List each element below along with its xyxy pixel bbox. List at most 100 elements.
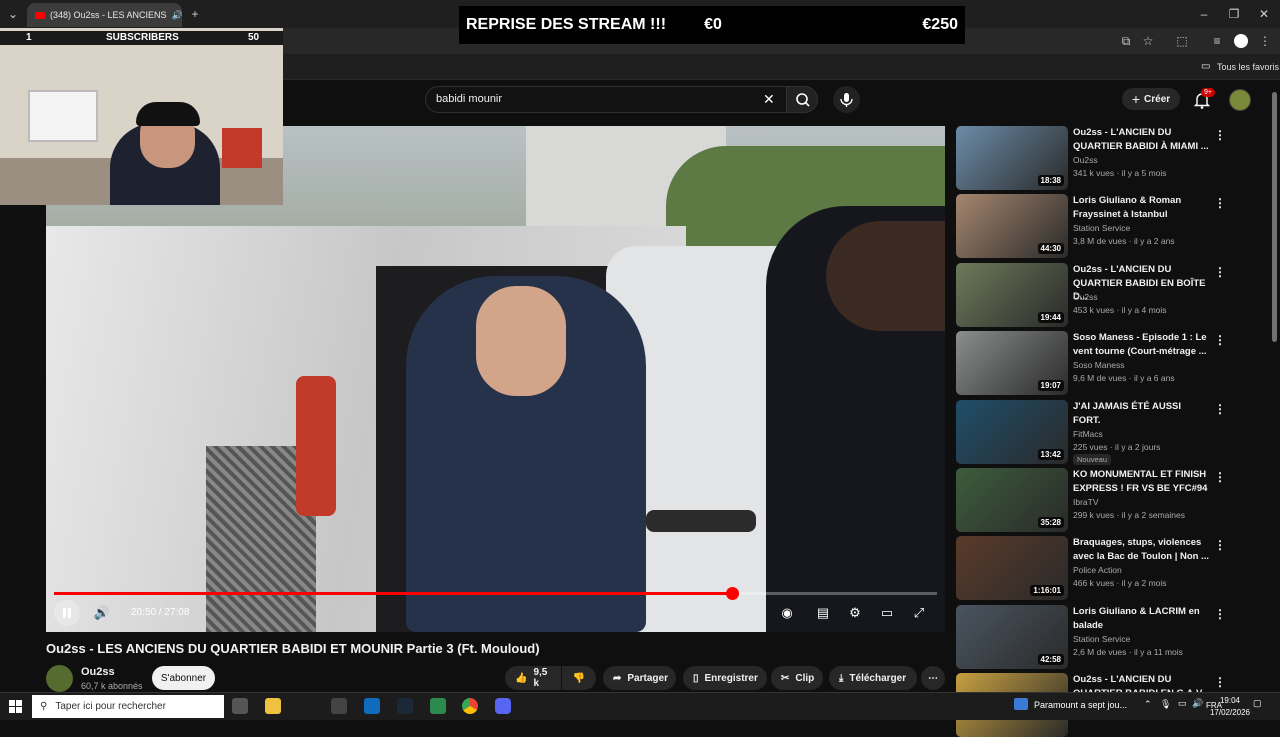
settings-gear-icon[interactable]: ⚙ [846,604,864,622]
autoplay-toggle-icon[interactable]: ◉ [778,604,796,622]
recommendation-channel[interactable]: IbraTV [1073,497,1099,507]
recommendation-item[interactable]: 18:38 Ou2ss - L'ANCIEN DU QUARTIER BABIDI… [956,126,1226,190]
tab-list-icon[interactable]: ⌄ [6,7,20,21]
recommendation-item[interactable]: 19:44 Ou2ss - L'ANCIEN DU QUARTIER BABIDI… [956,263,1226,327]
like-button[interactable]: 👍 9,5 k [505,666,561,690]
recommendation-title[interactable]: Loris Giuliano & Roman Frayssinet à Ista… [1073,194,1211,221]
theater-mode-icon[interactable]: ▭ [878,604,896,622]
recommendation-item[interactable]: 44:30 Loris Giuliano & Roman Frayssinet à… [956,194,1226,258]
profile-icon[interactable] [1234,34,1248,48]
recommendation-title[interactable]: Loris Giuliano & LACRIM en balade [1073,605,1211,632]
save-button[interactable]: ▯ Enregistrer [683,666,767,690]
progress-scrubber[interactable] [726,587,739,600]
recommendation-title[interactable]: J'AI JAMAIS ÉTÉ AUSSI FORT. [1073,400,1211,427]
search-input[interactable]: babidi mounir [425,86,787,113]
channel-name[interactable]: Ou2ss [81,666,115,678]
recommendation-stats: 3,8 M de vues · il y a 2 ans [1073,236,1175,246]
clip-button[interactable]: ✂ Clip [771,666,823,690]
recommendation-title[interactable]: Soso Maness - Episode 1 : Le vent tourne… [1073,331,1211,358]
recommendation-title[interactable]: KO MONUMENTAL ET FINISH EXPRESS ! FR VS … [1073,468,1211,495]
recommendation-channel[interactable]: Police Action [1073,565,1122,575]
recommendation-item[interactable]: 42:58 Loris Giuliano & LACRIM en balade St… [956,605,1226,669]
recommendation-menu-icon[interactable]: ⋮ [1214,607,1226,621]
recommendation-thumbnail[interactable]: 13:42 [956,400,1068,464]
speaker-icon[interactable]: 🔊 [1192,698,1203,709]
subtitles-icon[interactable]: ▤ [814,604,832,622]
recommendation-title[interactable]: Ou2ss - L'ANCIEN DU QUARTIER BABIDI À MI… [1073,126,1211,153]
windows-start-icon[interactable] [9,700,22,713]
account-avatar[interactable] [1229,89,1251,111]
app-icon[interactable] [331,698,347,714]
taskbar-search-input[interactable]: ⚲ Taper ici pour rechercher [32,695,224,718]
app-icon-2[interactable] [430,698,446,714]
recommendation-channel[interactable]: Station Service [1073,634,1130,644]
recommendation-item[interactable]: 19:07 Soso Maness - Episode 1 : Le vent t… [956,331,1226,395]
recommendation-item[interactable]: 1:16:01 Braquages, stups, violences avec … [956,536,1226,600]
volume-icon[interactable]: 🔊 [93,604,111,622]
recommendation-menu-icon[interactable]: ⋮ [1214,402,1226,416]
recommendation-item[interactable]: 35:28 KO MONUMENTAL ET FINISH EXPRESS ! F… [956,468,1226,532]
task-view-icon[interactable] [232,698,248,714]
recommendation-channel[interactable]: Ou2ss [1073,292,1098,302]
recommendation-menu-icon[interactable]: ⋮ [1214,128,1226,142]
recommendation-thumbnail[interactable]: 18:38 [956,126,1068,190]
window-close-icon[interactable]: ✕ [1257,7,1271,21]
browser-menu-icon[interactable]: ⋮ [1258,34,1272,48]
cast-icon[interactable]: ⧉ [1119,34,1133,48]
microphone-tray-icon[interactable]: 🎙 [1160,699,1171,710]
clear-search-icon[interactable]: ✕ [763,91,775,108]
outlook-icon[interactable] [364,698,380,714]
bookmark-star-icon[interactable]: ☆ [1141,34,1155,48]
more-actions-button[interactable]: ⋯ [921,666,945,690]
voice-search-button[interactable] [833,86,860,113]
file-explorer-icon[interactable] [265,698,281,714]
recommendation-thumbnail[interactable]: 35:28 [956,468,1068,532]
restore-icon[interactable]: ❐ [1227,7,1241,21]
clock-time[interactable]: 19:04 [1210,696,1250,705]
recommendation-menu-icon[interactable]: ⋮ [1214,265,1226,279]
new-tab-icon[interactable]: + [188,7,202,21]
recommendation-menu-icon[interactable]: ⋮ [1214,196,1226,210]
dislike-button[interactable]: 👎 [562,666,596,690]
subscribe-button[interactable]: S'abonner [152,666,215,690]
recommendation-thumbnail[interactable]: 1:16:01 [956,536,1068,600]
browser-tab[interactable]: (348) Ou2ss - LES ANCIENS 🔊 ✕ [27,3,182,27]
fullscreen-icon[interactable]: ⤢ [910,604,928,622]
notification-center-icon[interactable]: ▢ [1253,698,1262,709]
chrome-icon[interactable] [462,698,478,714]
download-button[interactable]: ⤓ Télécharger [829,666,917,690]
discord-icon[interactable] [495,698,511,714]
steam-icon[interactable] [397,698,413,714]
clock-date[interactable]: 17/02/2026 [1203,708,1257,717]
subs-right: 50 [248,32,260,43]
tray-chevron-icon[interactable]: ⌃ [1144,699,1152,710]
recommendation-menu-icon[interactable]: ⋮ [1214,470,1226,484]
pause-button[interactable] [54,600,80,626]
recommendation-thumbnail[interactable]: 19:44 [956,263,1068,327]
scrollbar-thumb[interactable] [1272,92,1277,342]
recommendation-thumbnail[interactable]: 44:30 [956,194,1068,258]
network-icon[interactable]: ▭ [1178,698,1187,709]
recommendation-item[interactable]: 13:42 J'AI JAMAIS ÉTÉ AUSSI FORT. FitMacs 2… [956,400,1226,465]
channel-avatar[interactable] [46,665,73,692]
tab-audio-icon[interactable]: 🔊 [172,10,182,21]
recommendation-channel[interactable]: Station Service [1073,223,1130,233]
recommendation-menu-icon[interactable]: ⋮ [1214,333,1226,347]
recommendation-menu-icon[interactable]: ⋮ [1214,538,1226,552]
search-button[interactable] [786,86,818,113]
news-widget-text[interactable]: Paramount a sept jou... [1034,700,1127,710]
minimize-icon[interactable]: – [1197,7,1211,21]
all-bookmarks-link[interactable]: Tous les favoris [1217,62,1279,72]
recommendation-channel[interactable]: Ou2ss [1073,155,1098,165]
share-button[interactable]: ➦ Partager [603,666,676,690]
recommendation-thumbnail[interactable]: 19:07 [956,331,1068,395]
recommendation-title[interactable]: Braquages, stups, violences avec la Bac … [1073,536,1211,563]
recommendation-channel[interactable]: FitMacs [1073,429,1103,439]
recommendation-channel[interactable]: Soso Maness [1073,360,1125,370]
news-widget-icon[interactable] [1014,698,1028,710]
create-button[interactable]: + Créer [1122,88,1180,110]
media-control-icon[interactable]: ≡ [1210,34,1224,48]
extensions-icon[interactable]: ⬚ [1175,34,1189,48]
recommendation-menu-icon[interactable]: ⋮ [1214,675,1226,689]
recommendation-thumbnail[interactable]: 42:58 [956,605,1068,669]
